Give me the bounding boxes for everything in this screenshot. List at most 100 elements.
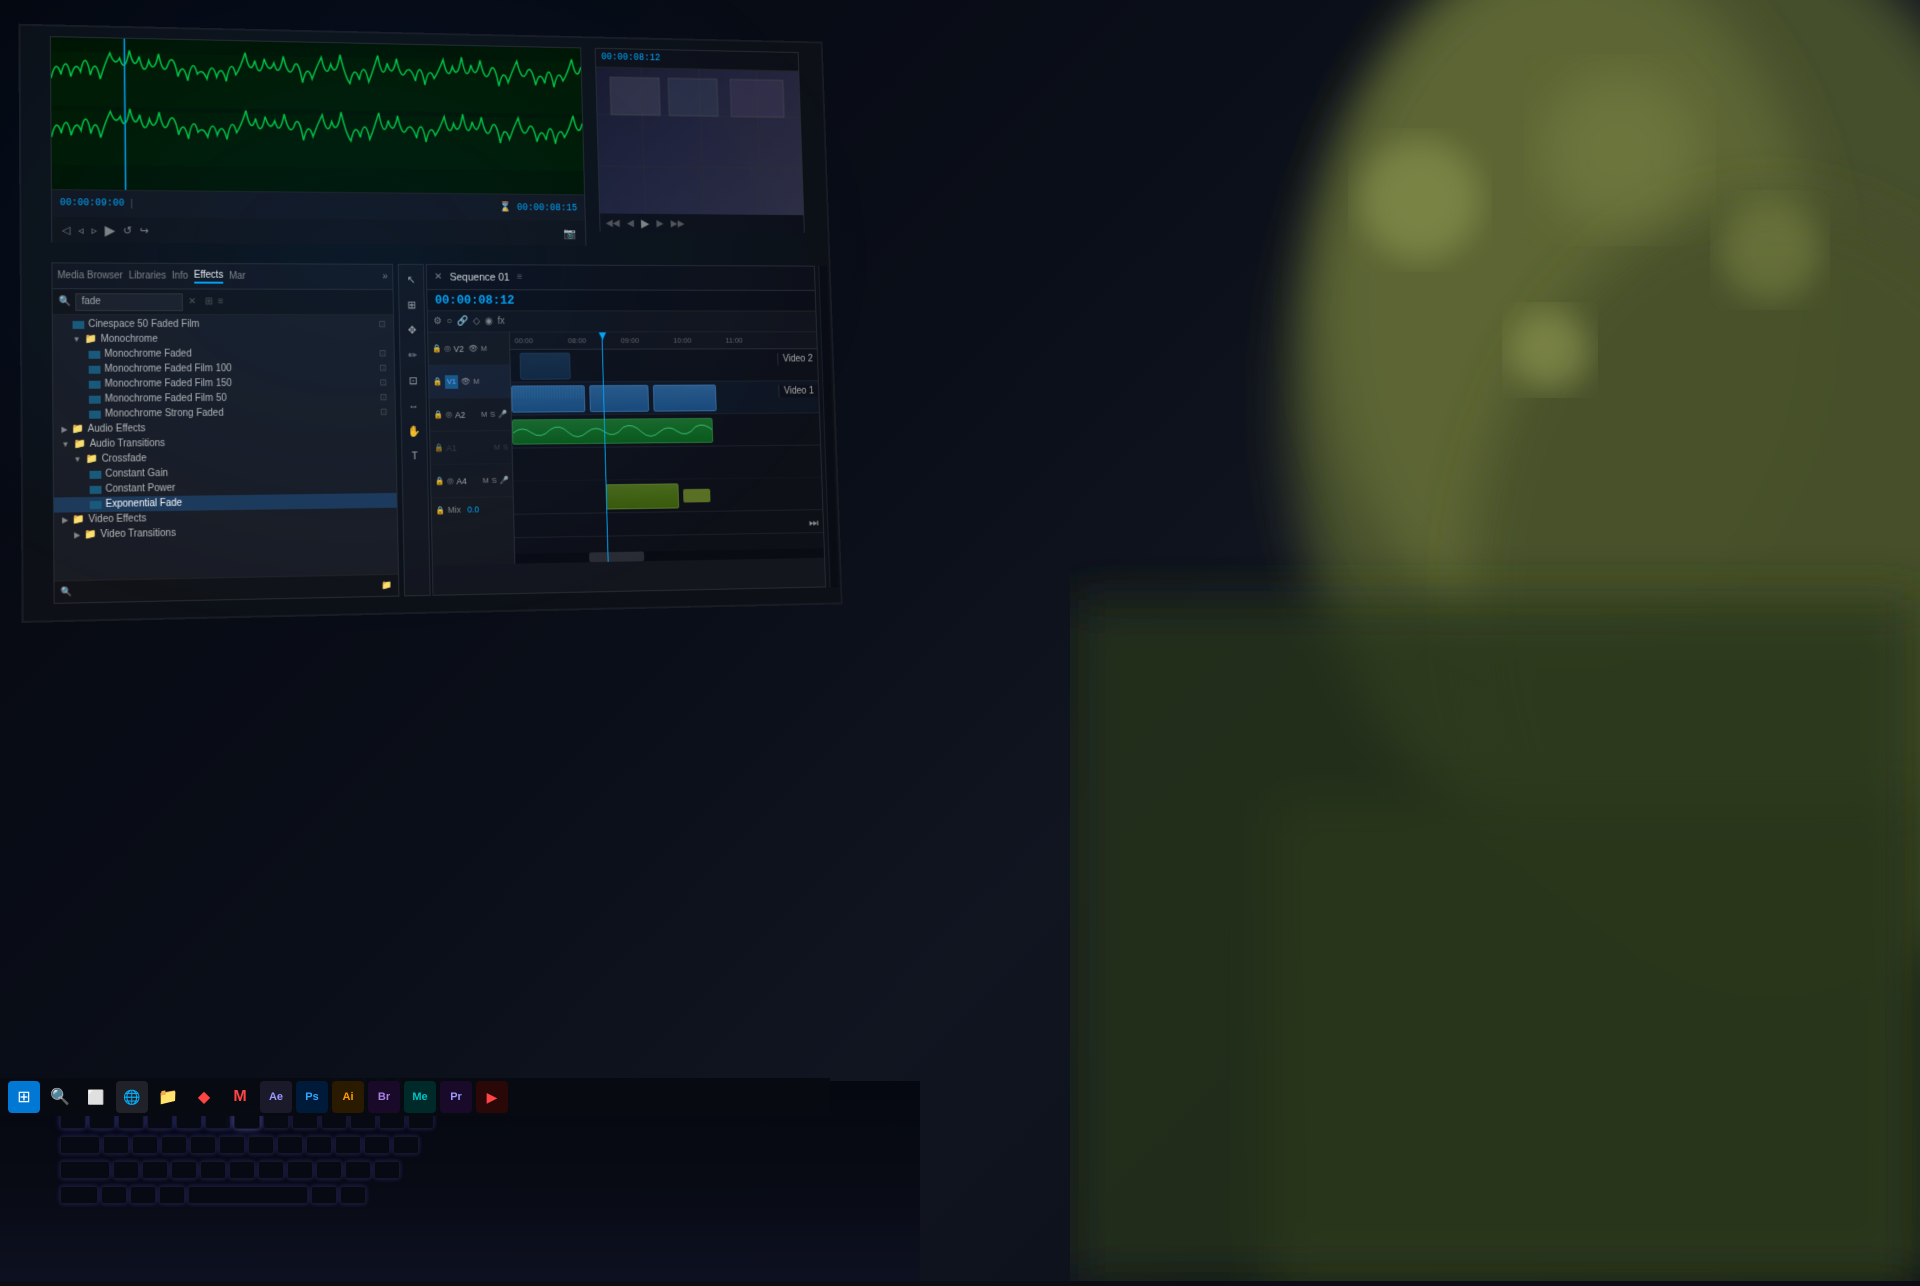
- folder-icon: 📁: [71, 424, 83, 435]
- source-monitor: 00:00:09:00 | ⌛ 00:00:08:15 ◁ ◃ ▹ ▶ ↺ ↪ …: [50, 36, 587, 246]
- track-header-mix: 🔒 Mix 0.0: [431, 497, 513, 522]
- source-playback-controls: ◁ ◃ ▹ ▶ ↺ ↪ 📷: [52, 217, 585, 246]
- timeline-scrollbar[interactable]: [515, 548, 824, 563]
- list-view-btn[interactable]: ≡: [218, 296, 224, 307]
- file-icon: [73, 320, 85, 328]
- clip-a4-small[interactable]: [683, 489, 710, 503]
- taskbar-ae-button[interactable]: Ae: [260, 1081, 292, 1113]
- file-icon: [89, 350, 101, 358]
- tree-item-cinespace[interactable]: Cinespace 50 Faded Film ⊡: [53, 317, 394, 332]
- search-clear-btn[interactable]: ✕: [188, 296, 196, 307]
- tool-track-select[interactable]: ⊞: [402, 295, 421, 314]
- tool-pen[interactable]: ✏: [403, 345, 422, 364]
- tool-ripple[interactable]: ✥: [403, 320, 422, 339]
- track-row-mix: ⏭: [514, 510, 823, 538]
- sequence-close-btn[interactable]: ✕: [434, 272, 442, 283]
- track-label-a1: A1: [446, 443, 457, 453]
- taskbar-ps-button[interactable]: Ps: [296, 1081, 328, 1113]
- mark-in-btn[interactable]: ◁: [62, 223, 70, 236]
- panel-tabs: Media Browser Libraries Info Effects Mar…: [52, 263, 392, 290]
- program-play-btn[interactable]: ▶: [641, 217, 650, 230]
- key: [159, 1186, 185, 1204]
- key: [287, 1161, 313, 1179]
- key: [190, 1136, 216, 1154]
- tool-hand[interactable]: ✋: [405, 421, 424, 441]
- tool-type[interactable]: T: [405, 447, 424, 467]
- sequence-panel: ✕ Sequence 01 ≡ 00:00:08:12 ⚙ ○ 🔗 ◇ ◉ fx…: [426, 264, 826, 596]
- track-headers: 🔒 ◎ V2 👁 M 🔒 V1 👁 M 🔒 ◎ A2: [428, 333, 515, 566]
- folder-icon: 📁: [85, 454, 97, 465]
- insert-btn[interactable]: ↪: [140, 224, 149, 237]
- file-icon: [90, 485, 102, 493]
- audio-waveform: [513, 419, 712, 444]
- taskbar-folder-button[interactable]: 📁: [152, 1081, 184, 1113]
- clip-a4[interactable]: [606, 483, 680, 509]
- tab-info[interactable]: Info: [172, 271, 188, 282]
- new-folder-btn[interactable]: 📁: [382, 580, 393, 591]
- taskbar-pr-button[interactable]: Pr: [440, 1081, 472, 1113]
- link-btn[interactable]: 🔗: [457, 316, 469, 327]
- play-btn[interactable]: ▶: [105, 222, 116, 239]
- folder-icon: 📁: [72, 514, 84, 525]
- export-frame-btn[interactable]: 📷: [563, 227, 576, 239]
- search-icon: 🔍: [59, 296, 71, 307]
- taskbar-mcafee-button[interactable]: M: [224, 1081, 256, 1113]
- tool-select[interactable]: ↖: [402, 270, 421, 289]
- taskbar-browser-button[interactable]: 🌐: [116, 1081, 148, 1113]
- track-row-v2: [510, 349, 818, 383]
- sequence-toolbar: 00:00:08:12: [427, 290, 815, 312]
- source-monitor-timecode-bar: 00:00:09:00 | ⌛ 00:00:08:15: [52, 189, 585, 221]
- step-back-btn[interactable]: ◃: [78, 223, 84, 236]
- loop-btn[interactable]: ↺: [123, 224, 132, 237]
- key-btn[interactable]: ◇: [473, 316, 480, 327]
- wrench-btn[interactable]: ⚙: [433, 316, 442, 327]
- source-timecode-left: 00:00:09:00: [60, 198, 125, 209]
- taskbar-extra-button[interactable]: ▶: [476, 1081, 508, 1113]
- clip-v2[interactable]: [520, 353, 571, 380]
- taskbar-br-button[interactable]: Br: [368, 1081, 400, 1113]
- taskbar-search-button[interactable]: 🔍: [44, 1081, 76, 1113]
- tab-mar[interactable]: Mar: [229, 271, 246, 282]
- grid-view-btn[interactable]: ⊞: [205, 296, 213, 307]
- fx-btn[interactable]: fx: [497, 316, 504, 327]
- tab-effects[interactable]: Effects: [194, 269, 223, 283]
- effects-tree: Cinespace 50 Faded Film ⊡ ▼ 📁 Monochrome…: [53, 315, 399, 603]
- key: [374, 1161, 400, 1179]
- sync-icon: ◎: [446, 410, 453, 419]
- key: [277, 1136, 303, 1154]
- tree-item-monochrome-film100[interactable]: Monochrome Faded Film 100 ⊡: [53, 361, 394, 377]
- magnet-btn[interactable]: ○: [446, 316, 452, 327]
- tool-rolling[interactable]: ⊡: [404, 370, 423, 390]
- taskbar-oracle-button[interactable]: ◆: [188, 1081, 220, 1113]
- sequence-title: Sequence 01: [450, 271, 510, 283]
- taskbar-taskview-button[interactable]: ⬜: [80, 1081, 112, 1113]
- waveform-svg: [51, 37, 584, 194]
- tree-folder-monochrome[interactable]: ▼ 📁 Monochrome: [53, 332, 394, 347]
- tab-libraries[interactable]: Libraries: [129, 271, 166, 282]
- track-row-v1: [511, 381, 819, 415]
- taskbar-me-button[interactable]: Me: [404, 1081, 436, 1113]
- windows-start-button[interactable]: ⊞: [8, 1081, 40, 1113]
- key: [130, 1186, 156, 1204]
- scrollbar-thumb[interactable]: [589, 551, 644, 562]
- tree-item-monochrome-faded[interactable]: Monochrome Faded ⊡: [53, 346, 394, 362]
- clip-a2[interactable]: [512, 418, 713, 445]
- key: [345, 1161, 371, 1179]
- key: [229, 1161, 255, 1179]
- effects-search-input[interactable]: [76, 293, 184, 311]
- tab-media-browser[interactable]: Media Browser: [57, 270, 123, 281]
- folder-icon: 📁: [73, 439, 85, 450]
- eye-btn[interactable]: ◉: [485, 316, 493, 327]
- source-timecode-right: ⌛ 00:00:08:15: [500, 202, 578, 214]
- tool-slip[interactable]: ↔: [404, 396, 423, 416]
- key: [340, 1186, 366, 1204]
- taskbar-ai-button[interactable]: Ai: [332, 1081, 364, 1113]
- step-fwd-btn[interactable]: ▹: [91, 224, 97, 237]
- mix-label: Mix: [448, 505, 461, 515]
- clip-v1-b[interactable]: [589, 385, 649, 412]
- panel-menu-btn[interactable]: »: [382, 272, 387, 283]
- clip-v1-a[interactable]: [511, 385, 585, 412]
- clip-v1-c[interactable]: [653, 385, 717, 412]
- key: [364, 1136, 390, 1154]
- taskbar: ⊞ 🔍 ⬜ 🌐 📁 ◆ M Ae Ps Ai Br Me Pr: [0, 1078, 830, 1116]
